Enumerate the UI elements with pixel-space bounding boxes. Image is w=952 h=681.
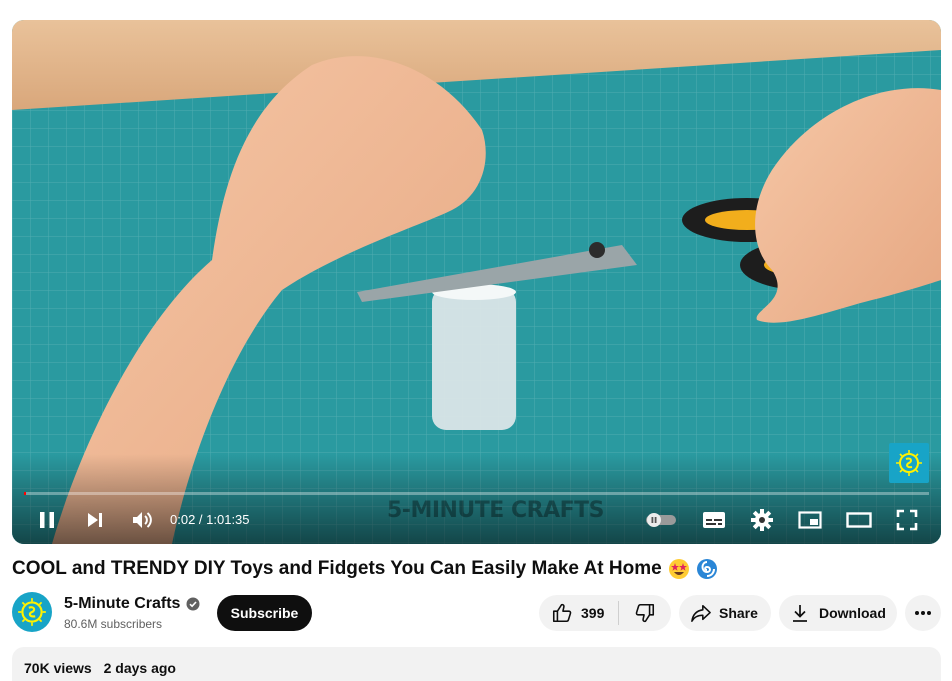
channel-branding-icon[interactable] bbox=[889, 443, 929, 483]
channel-avatar[interactable] bbox=[12, 592, 52, 632]
cyclone-emoji-icon bbox=[696, 558, 718, 580]
channel-name-text[interactable]: 5-Minute Crafts bbox=[64, 595, 180, 613]
progress-bar[interactable] bbox=[24, 492, 929, 495]
progress-played bbox=[24, 492, 26, 495]
autoplay-toggle[interactable] bbox=[642, 505, 680, 535]
next-icon bbox=[88, 513, 102, 527]
theater-mode-button[interactable] bbox=[844, 505, 874, 535]
video-player[interactable]: 5-MINUTE CRAFTS 0:02 / 1:01:35 bbox=[12, 20, 941, 544]
video-title-text: COOL and TRENDY DIY Toys and Fidgets You… bbox=[12, 558, 662, 579]
fullscreen-button[interactable] bbox=[894, 505, 920, 535]
download-label: Download bbox=[819, 605, 886, 621]
video-title: COOL and TRENDY DIY Toys and Fidgets You… bbox=[12, 558, 718, 580]
like-button[interactable]: 399 bbox=[539, 595, 618, 631]
subscribe-button[interactable]: Subscribe bbox=[217, 595, 312, 631]
description-meta: 70K views 2 days ago bbox=[24, 660, 176, 676]
description-box[interactable]: 70K views 2 days ago bbox=[12, 647, 941, 681]
channel-name[interactable]: 5-Minute Crafts bbox=[64, 595, 200, 613]
settings-button[interactable] bbox=[748, 505, 776, 535]
download-button[interactable]: Download bbox=[779, 595, 897, 631]
time-display: 0:02 / 1:01:35 bbox=[170, 512, 250, 527]
like-count: 399 bbox=[581, 605, 605, 621]
thumbs-up-icon bbox=[552, 603, 572, 623]
theater-mode-icon bbox=[846, 512, 872, 528]
volume-icon bbox=[133, 512, 152, 528]
pause-icon bbox=[40, 512, 54, 528]
channel-watermark: 5-MINUTE CRAFTS bbox=[387, 498, 604, 523]
dislike-button[interactable] bbox=[619, 595, 671, 631]
miniplayer-button[interactable] bbox=[796, 505, 824, 535]
thumbs-down-icon bbox=[635, 603, 655, 623]
subtitles-icon bbox=[703, 512, 725, 528]
fullscreen-icon bbox=[896, 509, 918, 531]
more-actions-button[interactable] bbox=[905, 595, 941, 631]
next-button[interactable] bbox=[82, 505, 108, 535]
share-button[interactable]: Share bbox=[679, 595, 771, 631]
pause-button[interactable] bbox=[34, 505, 60, 535]
mute-button[interactable] bbox=[128, 505, 156, 535]
share-icon bbox=[691, 604, 711, 622]
star-struck-emoji-icon bbox=[668, 558, 690, 580]
subtitles-button[interactable] bbox=[700, 505, 728, 535]
subscriber-count: 80.6M subscribers bbox=[64, 617, 163, 631]
miniplayer-icon bbox=[798, 511, 822, 529]
settings-gear-icon bbox=[751, 509, 773, 531]
share-label: Share bbox=[719, 605, 758, 621]
more-horizontal-icon bbox=[915, 611, 931, 615]
view-count: 70K views bbox=[24, 660, 92, 676]
upload-date: 2 days ago bbox=[103, 660, 176, 676]
verified-badge-icon bbox=[186, 597, 200, 611]
like-dislike-group: 399 bbox=[539, 595, 671, 631]
download-icon bbox=[793, 605, 807, 622]
